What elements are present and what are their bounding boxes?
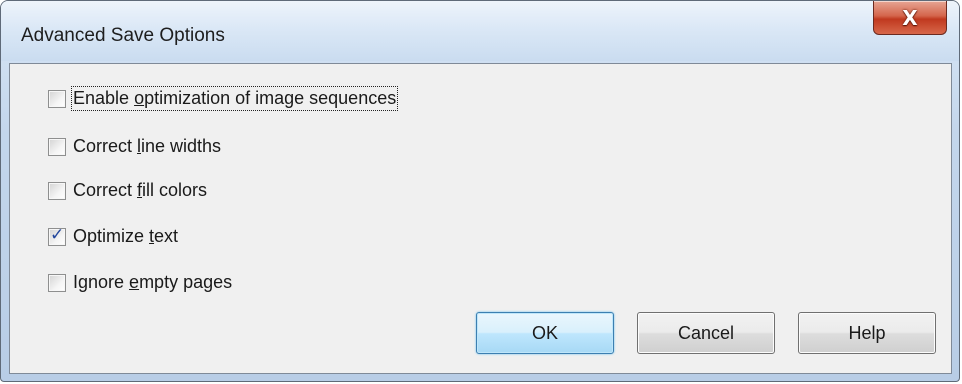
option-correct-line-widths[interactable]: Correct line widths	[48, 136, 221, 157]
title-bar[interactable]: Advanced Save Options X	[1, 1, 959, 61]
correct-line-widths-checkbox[interactable]	[48, 137, 66, 156]
optimize-text-label[interactable]: Optimize text	[73, 226, 178, 247]
ignore-empty-pages-checkbox[interactable]	[48, 273, 66, 292]
correct-fill-colors-label[interactable]: Correct fill colors	[73, 180, 207, 201]
option-ignore-empty-pages[interactable]: Ignore empty pages	[48, 272, 232, 293]
dialog-window: Advanced Save Options X Enable optimizat…	[0, 0, 960, 382]
optimize-text-checkbox[interactable]: ✓	[48, 224, 66, 246]
close-icon: X	[902, 5, 918, 30]
dialog-content: Enable optimization of image sequences C…	[9, 63, 952, 374]
option-correct-fill-colors[interactable]: Correct fill colors	[48, 180, 207, 201]
cancel-button[interactable]: Cancel	[637, 312, 775, 354]
enable-optimization-checkbox[interactable]	[48, 89, 66, 108]
close-button[interactable]: X	[873, 1, 947, 35]
enable-optimization-label[interactable]: Enable optimization of image sequences	[70, 86, 399, 111]
help-button[interactable]: Help	[798, 312, 936, 354]
correct-line-widths-label[interactable]: Correct line widths	[73, 136, 221, 157]
correct-fill-colors-checkbox[interactable]	[48, 181, 66, 200]
window-title: Advanced Save Options	[21, 25, 225, 46]
option-enable-optimization[interactable]: Enable optimization of image sequences	[48, 86, 399, 111]
ok-button[interactable]: OK	[476, 312, 614, 354]
ignore-empty-pages-label[interactable]: Ignore empty pages	[73, 272, 232, 293]
checkmark-icon: ✓	[50, 224, 65, 245]
option-optimize-text[interactable]: ✓ Optimize text	[48, 224, 178, 247]
